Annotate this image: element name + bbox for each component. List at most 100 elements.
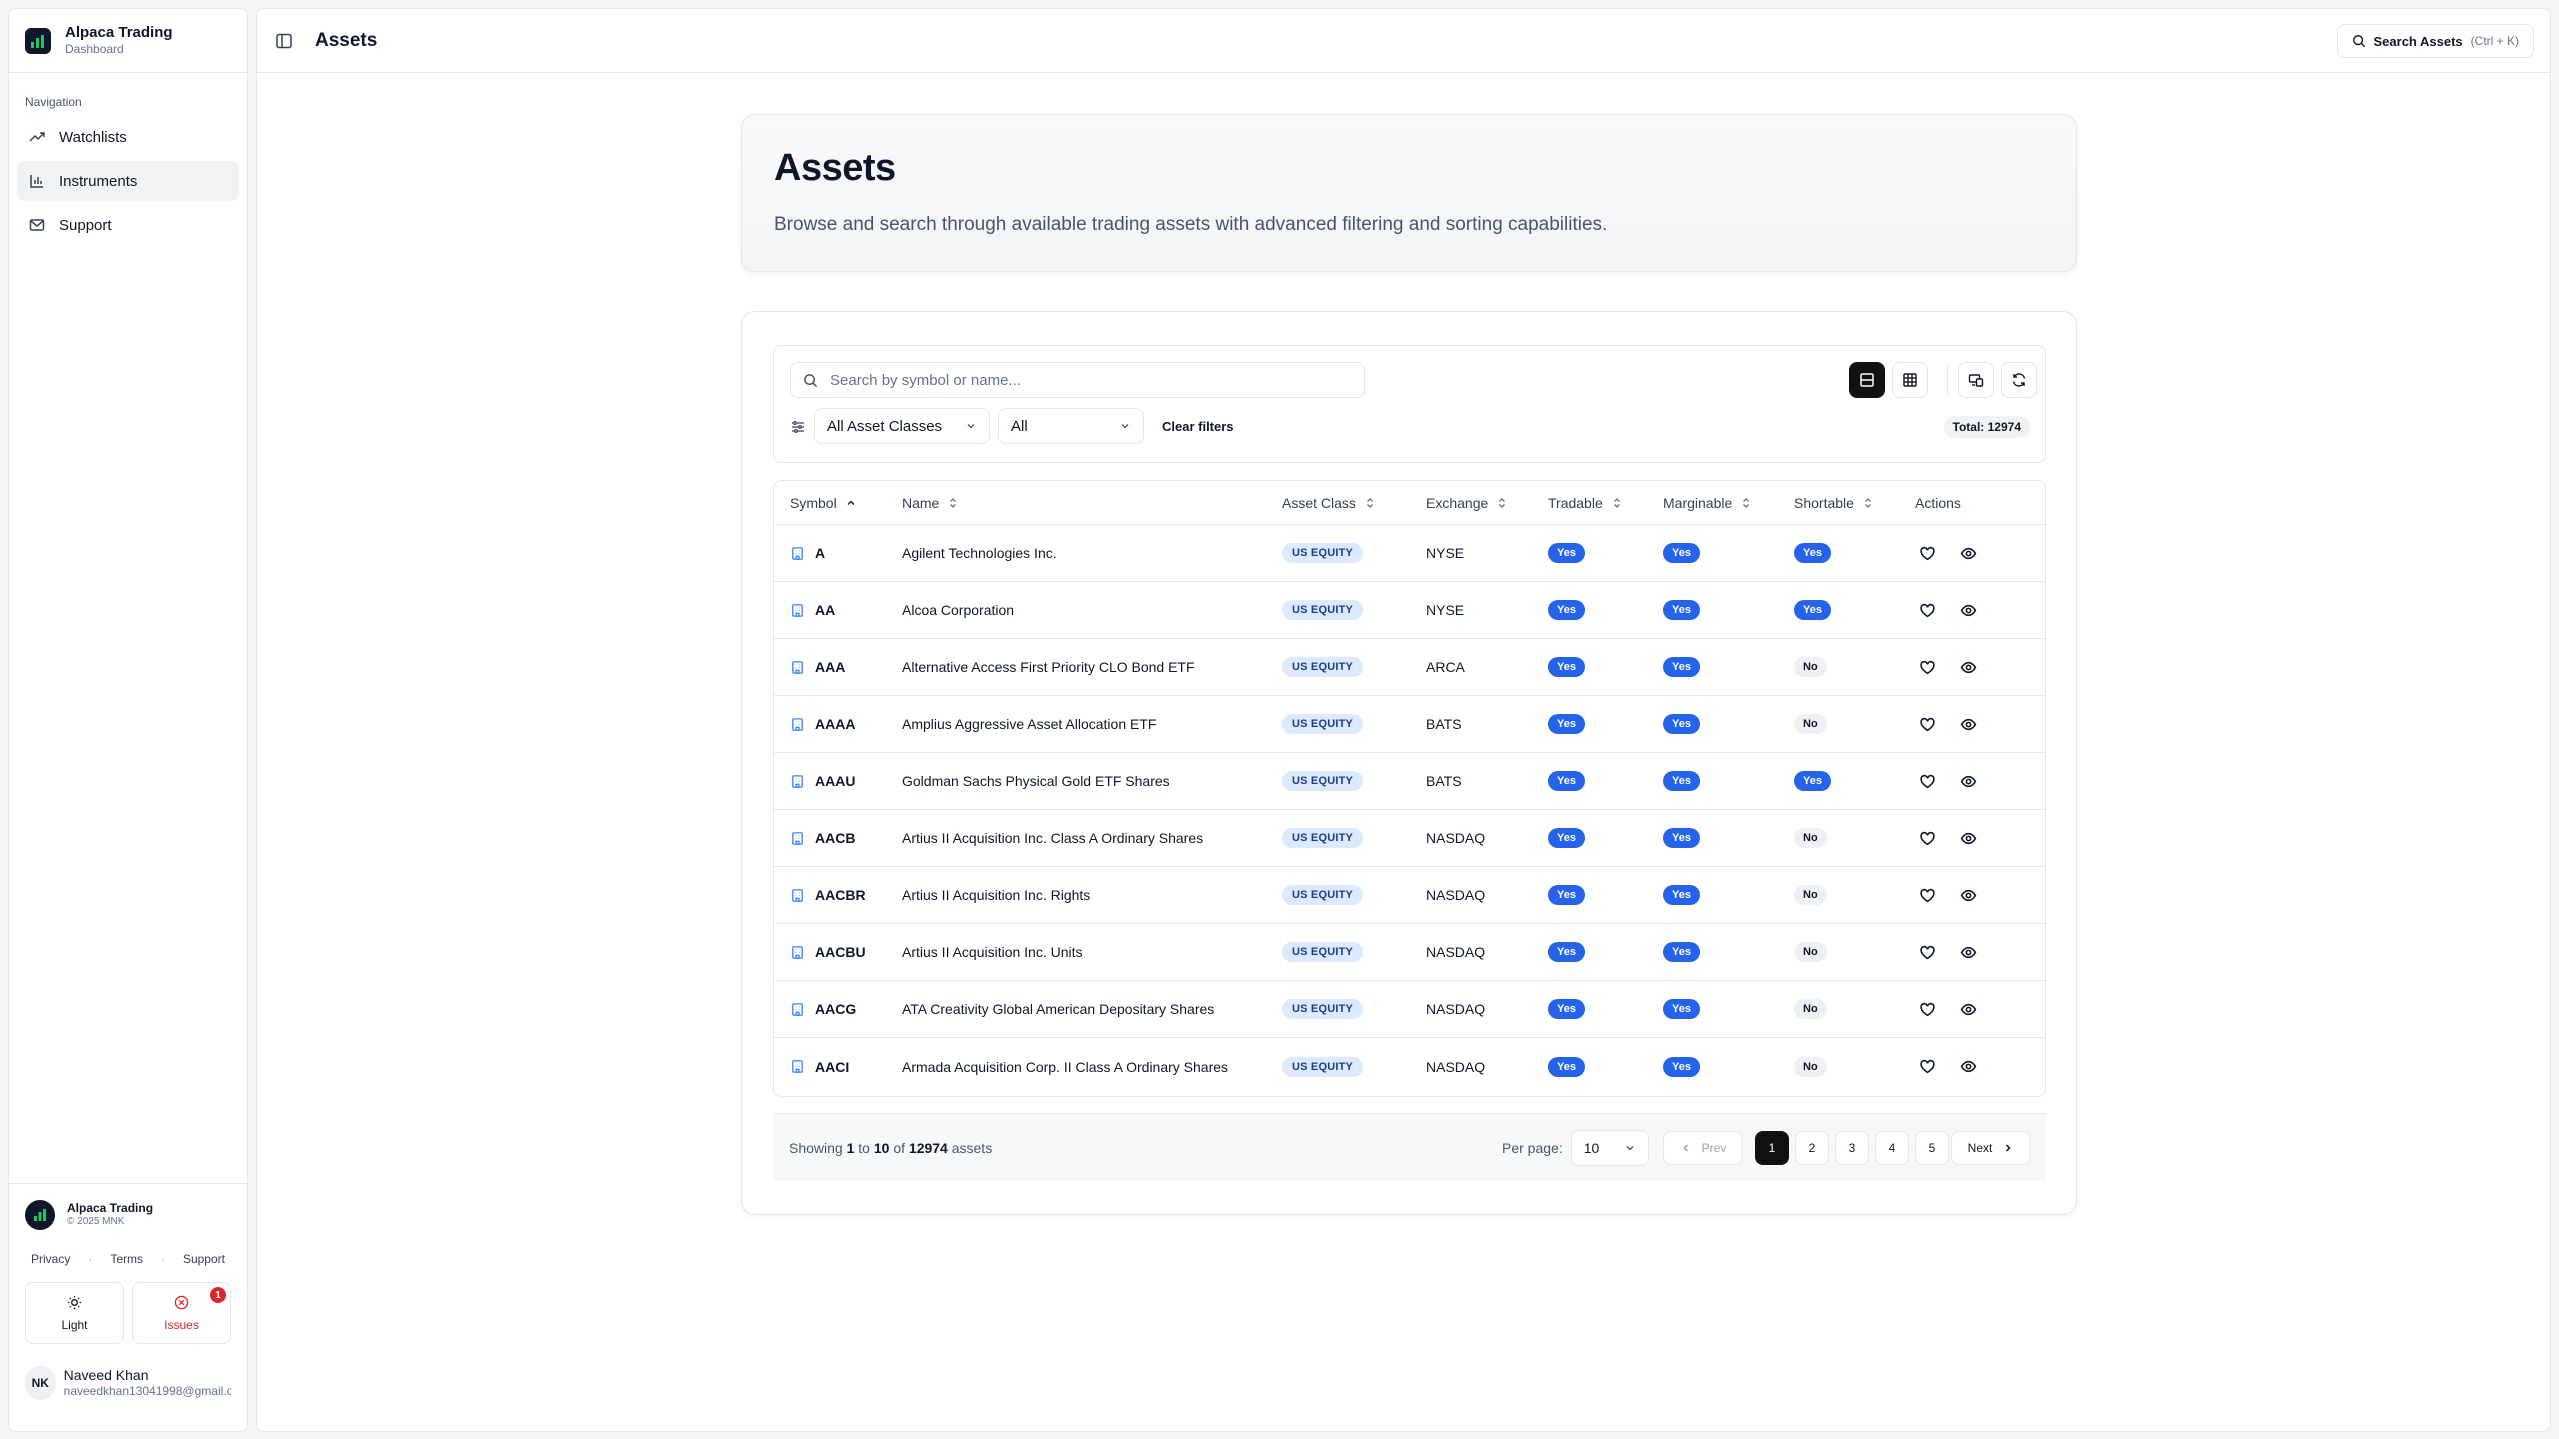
pagination-bar: Showing 1 to 10 of 12974 assets Per page… [773, 1113, 2046, 1181]
sidebar-item-label: Instruments [59, 172, 138, 190]
symbol-cell: AAAA [790, 716, 902, 732]
search-input[interactable]: Search by symbol or name... [790, 362, 1365, 398]
boolean-badge: Yes [1548, 828, 1585, 848]
theme-toggle-button[interactable]: Light [25, 1282, 124, 1344]
table-row[interactable]: AACI Armada Acquisition Corp. II Class A… [774, 1038, 2045, 1095]
next-page-button[interactable]: Next [1951, 1131, 2031, 1165]
page-button-4[interactable]: 4 [1875, 1131, 1909, 1165]
brand-header[interactable]: Alpaca Trading Dashboard [9, 9, 247, 73]
asset-class-badge: US EQUITY [1282, 942, 1364, 962]
prev-page-button[interactable]: Prev [1663, 1131, 1743, 1165]
column-header-symbol[interactable]: Symbol [774, 495, 902, 511]
exchange-select[interactable]: All [998, 408, 1144, 444]
eye-icon[interactable] [1960, 659, 1977, 676]
table-row[interactable]: AACB Artius II Acquisition Inc. Class A … [774, 810, 2045, 867]
heart-icon[interactable] [1919, 944, 1936, 961]
symbol-text: AAAA [815, 716, 856, 732]
eye-icon[interactable] [1960, 602, 1977, 619]
terms-link[interactable]: Terms [110, 1252, 143, 1266]
symbol-text: A [815, 545, 826, 561]
list-view-button[interactable] [1849, 362, 1885, 398]
privacy-link[interactable]: Privacy [31, 1252, 70, 1266]
avatar: NK [25, 1366, 56, 1400]
heart-icon[interactable] [1919, 830, 1936, 847]
summary-text: of [893, 1139, 906, 1156]
eye-icon[interactable] [1960, 887, 1977, 904]
page-button-3[interactable]: 3 [1835, 1131, 1869, 1165]
heart-icon[interactable] [1919, 1001, 1936, 1018]
asset-class-select[interactable]: All Asset Classes [814, 408, 990, 444]
heart-icon[interactable] [1919, 887, 1936, 904]
boolean-badge: No [1794, 1056, 1827, 1077]
heart-icon[interactable] [1919, 773, 1936, 790]
exchange-cell: NYSE [1426, 545, 1465, 561]
heart-icon[interactable] [1919, 1058, 1936, 1075]
assets-table: Symbol Name Asset Class Exchange Tradabl… [773, 480, 2046, 1097]
exchange-cell: NASDAQ [1426, 1001, 1486, 1017]
name-cell: Goldman Sachs Physical Gold ETF Shares [902, 773, 1170, 789]
sidebar-item-support[interactable]: Support [17, 205, 239, 245]
table-row[interactable]: AA Alcoa Corporation US EQUITY NYSE Yes … [774, 582, 2045, 639]
page-button-1[interactable]: 1 [1755, 1131, 1789, 1165]
column-header-shortable[interactable]: Shortable [1794, 495, 1915, 511]
eye-icon[interactable] [1960, 716, 1977, 733]
heart-icon[interactable] [1919, 545, 1936, 562]
page-button-5[interactable]: 5 [1915, 1131, 1949, 1165]
table-row[interactable]: A Agilent Technologies Inc. US EQUITY NY… [774, 525, 2045, 582]
per-page-control: Per page: 10 [1502, 1130, 1649, 1166]
table-row[interactable]: AAAU Goldman Sachs Physical Gold ETF Sha… [774, 753, 2045, 810]
boolean-badge: Yes [1548, 885, 1585, 905]
grid-view-button[interactable] [1892, 362, 1928, 398]
table-row[interactable]: AAA Alternative Access First Priority CL… [774, 639, 2045, 696]
per-page-select[interactable]: 10 [1570, 1130, 1649, 1166]
column-header-tradable[interactable]: Tradable [1548, 495, 1663, 511]
table-row[interactable]: AACBU Artius II Acquisition Inc. Units U… [774, 924, 2045, 981]
building-icon [792, 888, 803, 902]
page-button-2[interactable]: 2 [1795, 1131, 1829, 1165]
user-profile[interactable]: NK Naveed Khan naveedkhan13041998@gmail.… [25, 1366, 231, 1400]
eye-icon[interactable] [1960, 1001, 1977, 1018]
asset-class-badge: US EQUITY [1282, 771, 1364, 791]
devices-icon [1968, 374, 1984, 387]
sidebar-toggle-icon[interactable] [275, 32, 293, 50]
eye-icon[interactable] [1960, 944, 1977, 961]
eye-icon[interactable] [1960, 1058, 1977, 1075]
table-row[interactable]: AACG ATA Creativity Global American Depo… [774, 981, 2045, 1038]
sort-icon [1613, 497, 1620, 508]
heart-icon[interactable] [1919, 716, 1936, 733]
nav-section-label: Navigation [25, 95, 82, 109]
eye-icon[interactable] [1960, 830, 1977, 847]
table-row[interactable]: AAAA Amplius Aggressive Asset Allocation… [774, 696, 2045, 753]
name-cell: ATA Creativity Global American Depositar… [902, 1001, 1215, 1017]
eye-icon[interactable] [1960, 545, 1977, 562]
sort-icon [950, 497, 957, 508]
sidebar-item-watchlists[interactable]: Watchlists [17, 117, 239, 157]
asset-class-badge: US EQUITY [1282, 1056, 1364, 1077]
per-page-value: 10 [1583, 1140, 1600, 1156]
grid-view-icon [1903, 373, 1917, 387]
support-link[interactable]: Support [183, 1252, 225, 1266]
building-icon [792, 546, 803, 560]
table-row[interactable]: AACBR Artius II Acquisition Inc. Rights … [774, 867, 2045, 924]
issues-button[interactable]: Issues 1 [132, 1282, 231, 1344]
column-header-name[interactable]: Name [902, 495, 1282, 511]
boolean-badge: Yes [1548, 942, 1585, 962]
column-header-marginable[interactable]: Marginable [1663, 495, 1794, 511]
link-separator: · [160, 1252, 165, 1266]
column-header-asset-class[interactable]: Asset Class [1282, 495, 1426, 511]
eye-icon[interactable] [1960, 773, 1977, 790]
heart-icon[interactable] [1919, 602, 1936, 619]
asset-class-badge: US EQUITY [1282, 885, 1364, 905]
column-header-exchange[interactable]: Exchange [1426, 495, 1548, 511]
search-assets-button[interactable]: Search Assets (Ctrl + K) [2336, 24, 2534, 58]
asset-class-badge: US EQUITY [1282, 543, 1364, 563]
refresh-button[interactable] [2001, 362, 2037, 398]
compare-button[interactable] [1958, 362, 1994, 398]
sidebar-item-instruments[interactable]: Instruments [17, 161, 239, 201]
heart-icon[interactable] [1919, 659, 1936, 676]
x-circle-icon [174, 1295, 189, 1309]
boolean-badge: Yes [1548, 999, 1585, 1019]
sort-icon [1499, 497, 1506, 508]
clear-filters-button[interactable]: Clear filters [1162, 408, 1234, 444]
sidebar-footer: Alpaca Trading © 2025 MNK Privacy · Term… [9, 1183, 247, 1431]
